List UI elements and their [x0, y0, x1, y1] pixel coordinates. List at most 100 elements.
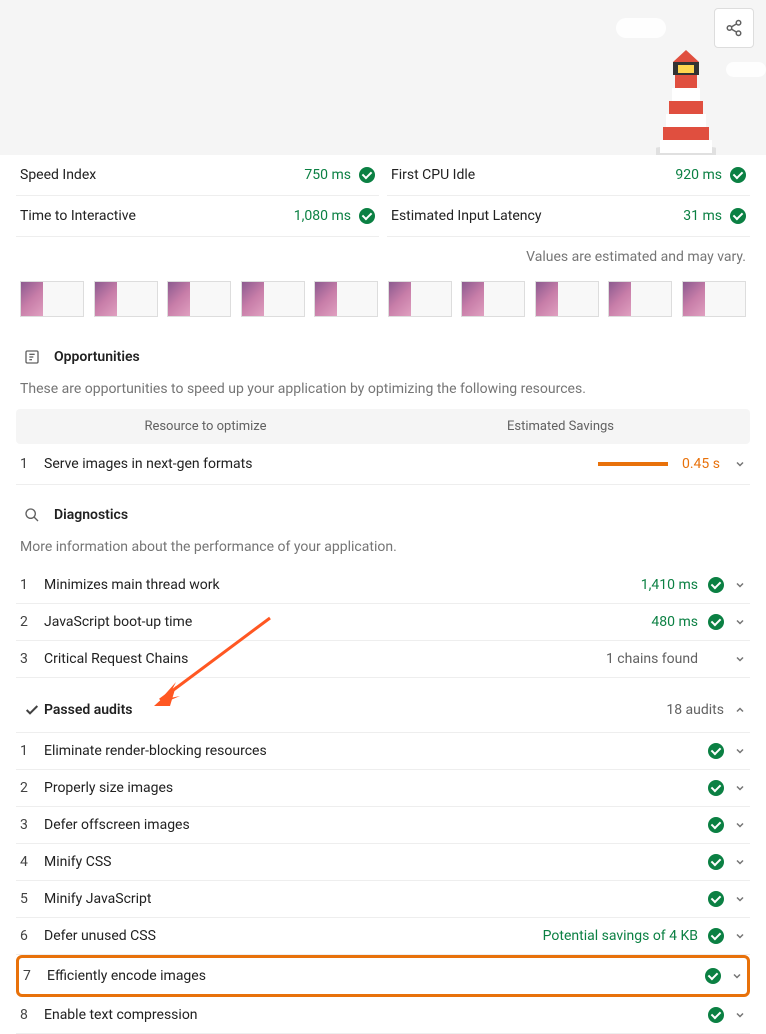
- pass-check-icon: [705, 968, 721, 984]
- audit-label: Enable text compression: [44, 1007, 708, 1023]
- diagnostic-row[interactable]: 2JavaScript boot-up time480 ms: [16, 604, 750, 641]
- opportunities-columns: Resource to optimize Estimated Savings: [16, 409, 750, 444]
- savings-bar: [598, 462, 668, 466]
- opportunities-title: Opportunities: [54, 349, 140, 365]
- diagnostics-section: Diagnostics More information about the p…: [0, 495, 766, 678]
- diagnostic-label: JavaScript boot-up time: [44, 614, 651, 630]
- savings-value: 0.45 s: [682, 456, 720, 472]
- filmstrip-thumb[interactable]: [608, 281, 672, 317]
- chevron-down-icon[interactable]: [734, 458, 746, 470]
- cloud-decor: [726, 62, 766, 77]
- audit-label: Eliminate render-blocking resources: [44, 743, 708, 759]
- audit-label: Minify CSS: [44, 854, 708, 870]
- chevron-down-icon[interactable]: [734, 856, 746, 868]
- metric-label: Time to Interactive: [20, 208, 136, 224]
- diagnostic-value: 1,410 ms: [641, 577, 698, 593]
- estimate-note: Values are estimated and may vary.: [0, 237, 766, 273]
- audit-row[interactable]: 3Defer offscreen images: [16, 807, 750, 844]
- pass-check-icon: [708, 577, 724, 593]
- row-number: 2: [20, 614, 44, 630]
- metric-row: Speed Index750 ms: [16, 155, 379, 196]
- row-number: 2: [20, 780, 44, 796]
- opportunities-section: Opportunities These are opportunities to…: [0, 337, 766, 485]
- chevron-down-icon[interactable]: [734, 930, 746, 942]
- audit-row[interactable]: 1Eliminate render-blocking resources: [16, 733, 750, 770]
- metrics-panel: Speed Index750 ms Time to Interactive 1,0…: [0, 155, 766, 237]
- check-icon: [20, 698, 44, 722]
- filmstrip-thumb[interactable]: [167, 281, 231, 317]
- pass-check-icon: [708, 817, 724, 833]
- chevron-down-icon[interactable]: [734, 653, 746, 665]
- opportunities-desc: These are opportunities to speed up your…: [16, 377, 750, 409]
- filmstrip-thumb[interactable]: [682, 281, 746, 317]
- diagnostic-value: 1 chains found: [606, 651, 698, 667]
- audit-label: Defer unused CSS: [44, 928, 543, 944]
- filmstrip-thumb[interactable]: [314, 281, 378, 317]
- audit-row[interactable]: 8Enable text compression: [16, 997, 750, 1034]
- diagnostics-desc: More information about the performance o…: [16, 535, 750, 567]
- metric-label: Estimated Input Latency: [391, 208, 541, 224]
- chevron-up-icon: [734, 704, 746, 716]
- hero-banner: [0, 0, 766, 155]
- opportunity-label: Serve images in next-gen formats: [44, 456, 598, 472]
- row-number: 1: [20, 577, 44, 593]
- audit-row[interactable]: 6Defer unused CSSPotential savings of 4 …: [16, 918, 750, 955]
- chevron-down-icon[interactable]: [734, 819, 746, 831]
- passed-audits-title: Passed audits: [44, 702, 132, 718]
- filmstrip-thumb[interactable]: [461, 281, 525, 317]
- metric-label: First CPU Idle: [391, 167, 475, 183]
- pass-check-icon: [708, 1007, 724, 1023]
- search-icon: [20, 503, 44, 527]
- audit-label: Minify JavaScript: [44, 891, 708, 907]
- cloud-decor: [616, 18, 666, 38]
- audit-label: Efficiently encode images: [47, 968, 705, 984]
- chevron-down-icon[interactable]: [734, 745, 746, 757]
- audit-row[interactable]: 5Minify JavaScript: [16, 881, 750, 918]
- filmstrip-thumb[interactable]: [94, 281, 158, 317]
- filmstrip-thumb[interactable]: [388, 281, 452, 317]
- metric-label: Speed Index: [20, 167, 96, 183]
- pass-check-icon: [359, 208, 375, 224]
- diagnostic-value: 480 ms: [651, 614, 698, 630]
- passed-audits-toggle[interactable]: Passed audits 18 audits: [16, 688, 750, 733]
- row-number: 4: [20, 854, 44, 870]
- metric-row: First CPU Idle 920 ms: [387, 155, 750, 196]
- metric-row: Estimated Input Latency 31 ms: [387, 196, 750, 237]
- filmstrip-thumb[interactable]: [241, 281, 305, 317]
- audit-label: Properly size images: [44, 780, 708, 796]
- chevron-down-icon[interactable]: [734, 579, 746, 591]
- metric-value: 31 ms: [683, 208, 746, 224]
- lighthouse-icon: [656, 45, 716, 155]
- row-number: 7: [23, 968, 47, 984]
- diagnostic-label: Minimizes main thread work: [44, 577, 641, 593]
- diagnostic-label: Critical Request Chains: [44, 651, 606, 667]
- metric-value: 1,080 ms: [294, 208, 375, 224]
- row-number: 1: [20, 456, 44, 472]
- audit-row[interactable]: 4Minify CSS: [16, 844, 750, 881]
- filmstrip-thumb[interactable]: [20, 281, 84, 317]
- row-number: 1: [20, 743, 44, 759]
- chevron-down-icon[interactable]: [734, 1009, 746, 1021]
- pass-check-icon: [730, 167, 746, 183]
- chevron-down-icon[interactable]: [731, 970, 743, 982]
- passed-audits-section: Passed audits 18 audits 1Eliminate rende…: [0, 688, 766, 1034]
- share-button[interactable]: [714, 8, 754, 48]
- pass-check-icon: [730, 208, 746, 224]
- filmstrip-thumb[interactable]: [535, 281, 599, 317]
- diagnostic-row[interactable]: 1Minimizes main thread work1,410 ms: [16, 567, 750, 604]
- row-number: 5: [20, 891, 44, 907]
- chevron-down-icon[interactable]: [734, 782, 746, 794]
- opportunities-icon: [20, 345, 44, 369]
- chevron-down-icon[interactable]: [734, 616, 746, 628]
- audit-row[interactable]: 7Efficiently encode images: [16, 955, 750, 997]
- metric-value: 920 ms: [675, 167, 746, 183]
- pass-check-icon: [708, 743, 724, 759]
- opportunity-row[interactable]: 1Serve images in next-gen formats 0.45 s: [16, 444, 750, 485]
- share-icon: [725, 19, 743, 37]
- diagnostic-row[interactable]: 3Critical Request Chains1 chains found: [16, 641, 750, 678]
- audit-extra: Potential savings of 4 KB: [543, 928, 698, 944]
- audit-row[interactable]: 2Properly size images: [16, 770, 750, 807]
- chevron-down-icon[interactable]: [734, 893, 746, 905]
- row-number: 3: [20, 817, 44, 833]
- row-number: 3: [20, 651, 44, 667]
